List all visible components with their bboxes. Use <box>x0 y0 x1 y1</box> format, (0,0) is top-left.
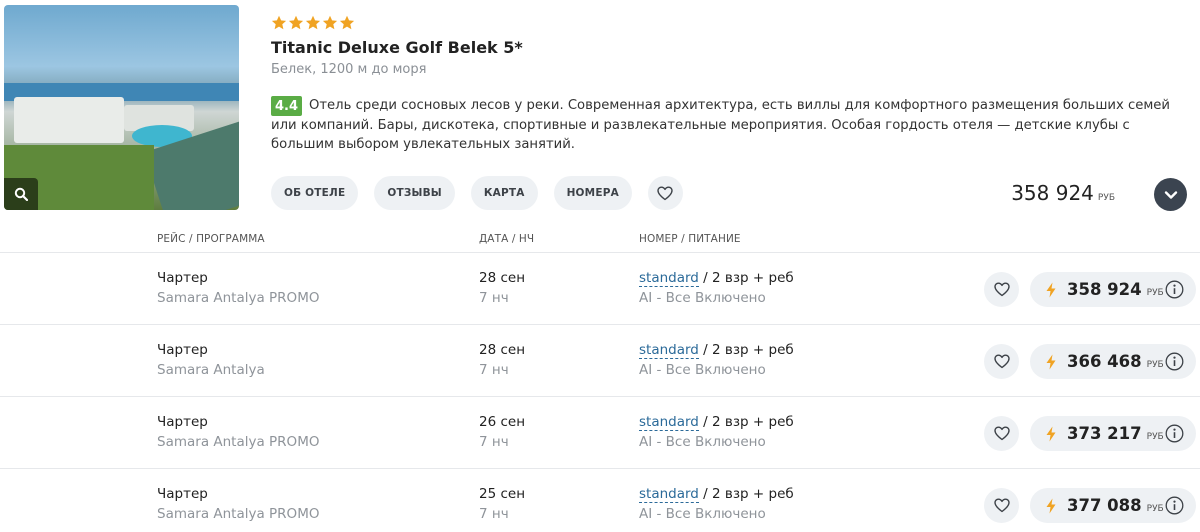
room-type-link[interactable]: standard <box>639 342 699 359</box>
hotel-location: Белек, 1200 м до моря <box>271 62 427 77</box>
heart-icon <box>993 282 1010 297</box>
book-price-button[interactable]: 366 468 РУБ <box>1030 344 1196 379</box>
star-icon <box>305 15 321 30</box>
lightning-icon <box>1046 426 1056 441</box>
hotel-min-price: 358 924 РУБ <box>1011 181 1115 205</box>
favorite-button[interactable] <box>984 344 1019 379</box>
tour-row: Чартер Samara Antalya PROMO 28 сен 7 нч … <box>0 252 1200 324</box>
tab-map[interactable]: КАРТА <box>470 176 538 210</box>
room-info: standard / 2 взр + реб <box>639 486 794 503</box>
heart-icon <box>993 354 1010 369</box>
tour-nights: 7 нч <box>479 434 509 450</box>
tour-date: 28 сен <box>479 342 526 358</box>
star-icon <box>288 15 304 30</box>
flight-program: Samara Antalya <box>157 362 265 378</box>
rating-badge: 4.4 <box>271 96 302 116</box>
price-amount: 358 924 <box>1011 181 1094 205</box>
flight-type: Чартер <box>157 414 208 430</box>
heart-icon <box>993 498 1010 513</box>
flight-type: Чартер <box>157 486 208 502</box>
hotel-card: Titanic Deluxe Golf Belek 5* Белек, 1200… <box>0 0 1200 222</box>
flight-program: Samara Antalya PROMO <box>157 506 320 522</box>
book-price-button[interactable]: 373 217 РУБ <box>1030 416 1196 451</box>
info-icon[interactable] <box>1165 352 1184 371</box>
meal-plan: AI - Все Включено <box>639 506 766 522</box>
tour-nights: 7 нч <box>479 290 509 306</box>
column-header-room: НОМЕР / ПИТАНИЕ <box>639 233 741 245</box>
room-guests: / 2 взр + реб <box>698 414 794 430</box>
price-currency: РУБ <box>1146 431 1164 442</box>
tour-date: 26 сен <box>479 414 526 430</box>
favorite-button[interactable] <box>984 416 1019 451</box>
room-type-link[interactable]: standard <box>639 414 699 431</box>
tour-row: Чартер Samara Antalya PROMO 26 сен 7 нч … <box>0 396 1200 468</box>
tab-rooms[interactable]: НОМЕРА <box>553 176 632 210</box>
tour-price: 358 924 <box>1067 280 1142 299</box>
price-currency: РУБ <box>1097 193 1115 203</box>
column-header-date: ДАТА / НЧ <box>479 233 535 245</box>
column-header-flight: РЕЙС / ПРОГРАММА <box>157 233 265 245</box>
star-icon <box>339 15 355 30</box>
price-currency: РУБ <box>1146 359 1164 370</box>
tour-date: 28 сен <box>479 270 526 286</box>
favorite-button[interactable] <box>647 176 683 210</box>
book-price-button[interactable]: 377 088 РУБ <box>1030 488 1196 523</box>
room-type-link[interactable]: standard <box>639 486 699 503</box>
tour-row: Чартер Samara Antalya PROMO 25 сен 7 нч … <box>0 468 1200 532</box>
photo-building <box>14 97 124 143</box>
room-guests: / 2 взр + реб <box>698 486 794 502</box>
room-info: standard / 2 взр + реб <box>639 342 794 359</box>
tab-reviews[interactable]: ОТЗЫВЫ <box>374 176 455 210</box>
book-price-button[interactable]: 358 924 РУБ <box>1030 272 1196 307</box>
hotel-description: Отель среди сосновых лесов у реки. Совре… <box>271 98 1170 152</box>
meal-plan: AI - Все Включено <box>639 362 766 378</box>
photo-zoom-button[interactable] <box>4 178 38 210</box>
star-icon <box>322 15 338 30</box>
search-icon <box>14 187 28 201</box>
tab-about[interactable]: ОБ ОТЕЛЕ <box>271 176 359 210</box>
flight-type: Чартер <box>157 342 208 358</box>
hotel-title[interactable]: Titanic Deluxe Golf Belek 5* <box>271 38 523 57</box>
info-icon[interactable] <box>1165 280 1184 299</box>
heart-icon <box>993 426 1010 441</box>
tour-nights: 7 нч <box>479 506 509 522</box>
heart-icon <box>657 186 674 200</box>
favorite-button[interactable] <box>984 272 1019 307</box>
favorite-button[interactable] <box>984 488 1019 523</box>
chevron-down-icon <box>1164 190 1177 199</box>
tour-price: 373 217 <box>1067 424 1142 443</box>
expand-tours-button[interactable] <box>1154 178 1187 211</box>
room-info: standard / 2 взр + реб <box>639 270 794 287</box>
tour-table-header: РЕЙС / ПРОГРАММА ДАТА / НЧ НОМЕР / ПИТАН… <box>0 226 1200 252</box>
lightning-icon <box>1046 498 1056 513</box>
hotel-photo[interactable] <box>4 5 239 210</box>
room-guests: / 2 взр + реб <box>698 342 794 358</box>
tour-price: 377 088 <box>1067 496 1142 515</box>
hotel-tabs: ОБ ОТЕЛЕ ОТЗЫВЫ КАРТА НОМЕРА <box>271 176 683 210</box>
tour-nights: 7 нч <box>479 362 509 378</box>
lightning-icon <box>1046 282 1056 297</box>
info-icon[interactable] <box>1165 424 1184 443</box>
flight-program: Samara Antalya PROMO <box>157 290 320 306</box>
meal-plan: AI - Все Включено <box>639 290 766 306</box>
tour-date: 25 сен <box>479 486 526 502</box>
tour-price: 366 468 <box>1067 352 1142 371</box>
price-currency: РУБ <box>1146 287 1164 298</box>
room-info: standard / 2 взр + реб <box>639 414 794 431</box>
info-icon[interactable] <box>1165 496 1184 515</box>
star-icon <box>271 15 287 30</box>
meal-plan: AI - Все Включено <box>639 434 766 450</box>
room-guests: / 2 взр + реб <box>698 270 794 286</box>
star-rating <box>271 15 355 31</box>
room-type-link[interactable]: standard <box>639 270 699 287</box>
lightning-icon <box>1046 354 1056 369</box>
flight-program: Samara Antalya PROMO <box>157 434 320 450</box>
flight-type: Чартер <box>157 270 208 286</box>
tour-row: Чартер Samara Antalya 28 сен 7 нч standa… <box>0 324 1200 396</box>
price-currency: РУБ <box>1146 503 1164 514</box>
tour-list: Чартер Samara Antalya PROMO 28 сен 7 нч … <box>0 252 1200 532</box>
